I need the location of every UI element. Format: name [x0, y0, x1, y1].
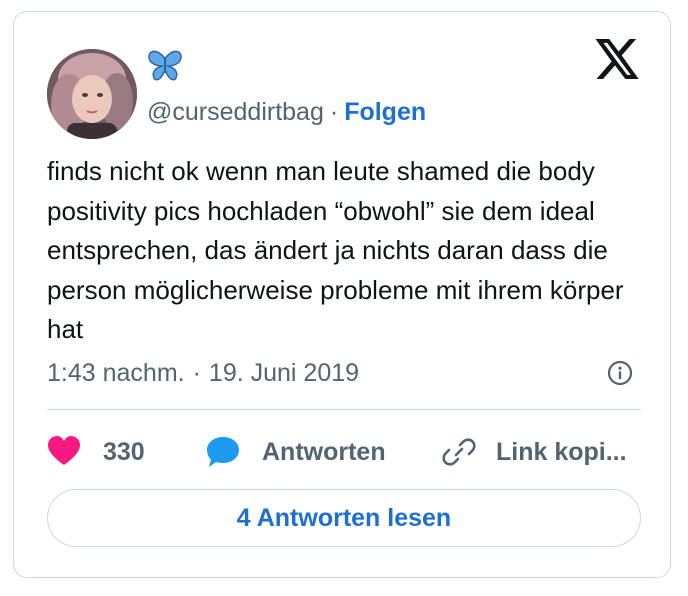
handle-separator: ·: [329, 97, 339, 126]
tweet-card: @curseddirtbag · Folgen finds nicht ok w…: [13, 11, 671, 578]
heart-icon: [48, 436, 80, 465]
link-icon: [442, 438, 476, 466]
copy-link-button[interactable]: Link kopi...: [442, 432, 627, 472]
reply-button[interactable]: Antworten: [206, 432, 386, 472]
author-handle[interactable]: @curseddirtbag: [147, 98, 324, 127]
date-separator: ·: [192, 358, 201, 387]
tweet-date: 19. Juni 2019: [208, 358, 360, 387]
like-count: 330: [103, 437, 145, 466]
reply-label: Antworten: [262, 437, 386, 466]
tweet-text: finds nicht ok wenn man leute shamed die…: [47, 156, 624, 344]
info-icon[interactable]: [607, 360, 633, 386]
avatar[interactable]: [47, 49, 137, 139]
read-replies-label: 4 Antworten lesen: [236, 503, 452, 532]
copy-link-label: Link kopi...: [496, 437, 627, 466]
like-button[interactable]: 330: [47, 432, 145, 472]
author-row: @curseddirtbag · Folgen: [147, 97, 426, 127]
speech-bubble-icon: [207, 437, 239, 467]
follow-button[interactable]: Folgen: [344, 98, 426, 127]
divider: [47, 409, 641, 410]
read-replies-button[interactable]: 4 Antworten lesen: [47, 489, 641, 547]
tweet-timestamp[interactable]: 1:43 nachm. · 19. Juni 2019: [47, 357, 359, 389]
butterfly-icon: [148, 50, 182, 81]
tweet-time: 1:43 nachm.: [47, 358, 185, 387]
x-logo-icon[interactable]: [595, 39, 639, 79]
